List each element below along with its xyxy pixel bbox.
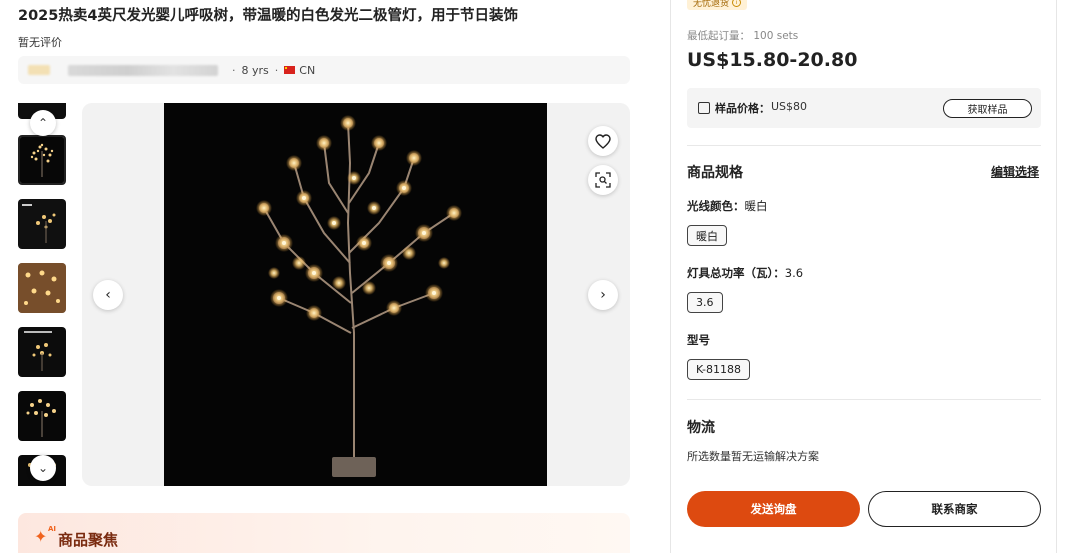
thumbnails-up-button[interactable]: ⌃ bbox=[30, 110, 56, 136]
tree-thumbnail-image bbox=[18, 391, 66, 441]
image-search-button[interactable] bbox=[588, 165, 618, 195]
model-label: 型号 bbox=[687, 333, 710, 347]
sample-price-label: 样品价格： bbox=[715, 102, 770, 115]
chevron-up-icon: ⌃ bbox=[37, 116, 49, 130]
chevron-down-icon: ⌄ bbox=[37, 461, 49, 475]
send-inquiry-button[interactable]: 发送询盘 bbox=[687, 491, 860, 527]
model-option[interactable]: K-81188 bbox=[687, 359, 751, 380]
light-color-value: 暖白 bbox=[744, 199, 768, 213]
price-range: US$15.80-20.80 bbox=[687, 49, 858, 71]
supplier-name-blurred[interactable] bbox=[68, 64, 218, 76]
tree-thumbnail-image bbox=[18, 327, 66, 377]
image-search-icon bbox=[595, 172, 611, 188]
supplier-logo-blurred bbox=[28, 65, 50, 75]
box-icon bbox=[698, 102, 710, 114]
sample-price-box: 样品价格： US$80 获取样品 bbox=[687, 88, 1041, 128]
main-image-viewer: ‹ › bbox=[82, 103, 630, 486]
power-value: 3.6 bbox=[784, 266, 804, 280]
get-sample-button[interactable]: 获取样品 bbox=[943, 99, 1032, 118]
thumbnails-down-button[interactable]: ⌄ bbox=[30, 455, 56, 481]
supplier-country: CN bbox=[299, 63, 316, 77]
logistics-text: 所选数量暂无运输解决方案 bbox=[687, 450, 819, 463]
thumbnail-3[interactable] bbox=[18, 263, 66, 313]
separator-dot: · bbox=[232, 63, 236, 77]
sample-price-value: US$80 bbox=[771, 100, 808, 113]
ai-label: AI bbox=[48, 525, 57, 533]
previous-image-button[interactable]: ‹ bbox=[93, 280, 123, 310]
review-status[interactable]: 暂无评价 bbox=[18, 34, 62, 50]
moq-value: 100 sets bbox=[753, 30, 799, 42]
thumbnail-2[interactable] bbox=[18, 199, 66, 249]
divider bbox=[687, 145, 1041, 146]
supplier-bar[interactable]: · 8 yrs · CN bbox=[18, 56, 630, 84]
power-option-3-6[interactable]: 3.6 bbox=[687, 292, 723, 313]
power-field: 灯具总功率（瓦）：3.6 bbox=[687, 266, 804, 280]
power-label: 灯具总功率（瓦） bbox=[687, 266, 774, 280]
minimum-order: 最低起订量： 100 sets bbox=[687, 28, 798, 43]
separator-dot: · bbox=[274, 63, 279, 77]
moq-label: 最低起订量： bbox=[687, 30, 750, 42]
thumbnail-strip: ⌃ ⌄ bbox=[18, 103, 68, 486]
supplier-years: 8 yrs bbox=[241, 63, 269, 77]
product-media-column: 2025热卖4英尺发光婴儿呼吸树，带温暖的白色发光二极管灯，用于节日装饰 暂无评… bbox=[0, 0, 650, 553]
thumbnail-4[interactable] bbox=[18, 327, 66, 377]
light-color-field: 光线颜色：暖白 bbox=[687, 199, 768, 213]
product-main-image[interactable] bbox=[164, 103, 547, 486]
divider bbox=[687, 399, 1041, 400]
model-field: 型号 bbox=[687, 332, 710, 348]
return-guarantee-badge[interactable]: 无忧退货 i bbox=[687, 0, 748, 10]
tree-thumbnail-image bbox=[20, 137, 64, 183]
thumbnail-1[interactable] bbox=[18, 135, 66, 185]
tree-thumbnail-image bbox=[18, 199, 66, 249]
info-icon: i bbox=[732, 0, 742, 7]
focus-title: 商品聚焦 bbox=[58, 531, 119, 549]
favorite-button[interactable] bbox=[588, 126, 618, 156]
tree-thumbnail-image bbox=[18, 263, 66, 313]
thumbnail-5[interactable] bbox=[18, 391, 66, 441]
contact-supplier-button[interactable]: 联系商家 bbox=[868, 491, 1041, 527]
specs-title: 商品规格 bbox=[687, 165, 743, 181]
light-color-label: 光线颜色 bbox=[687, 199, 733, 213]
chevron-right-icon: › bbox=[600, 287, 606, 303]
sparkle-icon: ✦ bbox=[34, 527, 48, 546]
heart-icon bbox=[595, 133, 611, 149]
badge-label: 无忧退货 bbox=[693, 0, 730, 9]
next-image-button[interactable]: › bbox=[588, 280, 618, 310]
edit-selection-link[interactable]: 编辑选择 bbox=[991, 163, 1039, 180]
product-focus-section: ✦ AI 商品聚焦 bbox=[18, 513, 630, 553]
china-flag-icon bbox=[284, 66, 296, 74]
logistics-title: 物流 bbox=[687, 420, 715, 436]
light-tree-image bbox=[164, 103, 547, 486]
purchase-panel: 无忧退货 i 最低起订量： 100 sets US$15.80-20.80 样品… bbox=[670, 0, 1057, 553]
chevron-left-icon: ‹ bbox=[105, 287, 111, 303]
light-color-option-warm-white[interactable]: 暖白 bbox=[687, 225, 727, 246]
product-title: 2025热卖4英尺发光婴儿呼吸树，带温暖的白色发光二极管灯，用于节日装饰 bbox=[18, 8, 518, 24]
